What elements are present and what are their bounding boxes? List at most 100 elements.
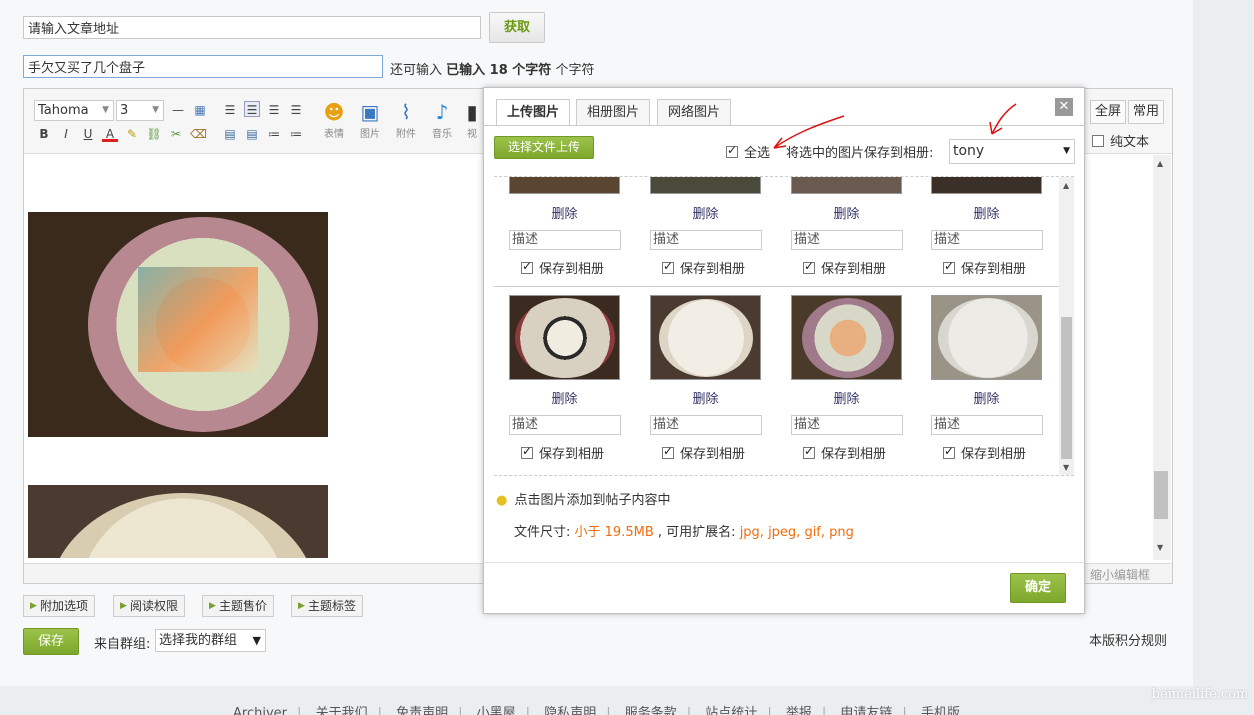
upload-thumb[interactable] (931, 295, 1042, 380)
save-to-album-option[interactable]: 保存到相册 (521, 258, 604, 277)
tab-price[interactable]: ▶ 主题售价 (202, 595, 275, 617)
save-to-album-option[interactable]: 保存到相册 (662, 443, 745, 462)
delete-link[interactable]: 删除 (509, 203, 620, 222)
table-icon[interactable]: ▦ (192, 102, 208, 118)
image-list-scrollbar[interactable]: ▲ ▼ (1059, 177, 1074, 475)
scroll-thumb[interactable] (1061, 317, 1072, 459)
delete-link[interactable]: 删除 (791, 203, 902, 222)
footer-link[interactable]: 站点统计 (705, 706, 757, 715)
tab-tags[interactable]: ▶ 主题标签 (291, 595, 364, 617)
font-size-select[interactable]: 3 ▼ (116, 100, 164, 121)
upload-thumb[interactable] (791, 295, 902, 380)
description-input[interactable]: 描述 (931, 415, 1043, 435)
footer-link[interactable]: 举报 (786, 706, 812, 715)
clear-format-icon[interactable]: ⌫ (190, 126, 207, 142)
tab-upload-image[interactable]: 上传图片 (496, 99, 571, 126)
save-to-album-option[interactable]: 保存到相册 (803, 443, 886, 462)
save-to-album-checkbox[interactable] (803, 444, 815, 459)
delete-link[interactable]: 删除 (650, 203, 761, 222)
save-button[interactable]: 保存 (23, 628, 79, 655)
delete-link[interactable]: 删除 (791, 388, 902, 407)
title-input[interactable] (23, 55, 383, 78)
scroll-down-arrow-icon[interactable]: ▼ (1063, 463, 1069, 472)
group-select[interactable]: 选择我的群组 ▼ (155, 629, 266, 652)
save-to-album-option[interactable]: 保存到相册 (662, 258, 745, 277)
scroll-up-arrow-icon[interactable]: ▲ (1157, 159, 1163, 168)
float-left-icon[interactable]: ▤ (222, 126, 238, 142)
upload-thumb[interactable] (509, 295, 620, 380)
save-to-album-checkbox[interactable] (943, 259, 955, 274)
tab-album-image[interactable]: 相册图片 (576, 99, 651, 126)
rules-link[interactable]: 本版积分规则 (1089, 630, 1167, 649)
tab-web-image[interactable]: 网络图片 (657, 99, 732, 126)
shrink-editor-link[interactable]: 缩小编辑框 (1090, 566, 1150, 583)
save-to-album-checkbox[interactable] (521, 259, 533, 274)
ordered-list-icon[interactable]: ≔ (266, 126, 282, 142)
footer-link[interactable]: 小黑屋 (477, 706, 516, 715)
footer-link[interactable]: 关于我们 (316, 706, 368, 715)
article-url-input[interactable] (23, 16, 481, 39)
upload-thumb[interactable] (791, 177, 902, 194)
footer-link[interactable]: 隐私声明 (544, 706, 596, 715)
upload-thumb[interactable] (509, 177, 620, 194)
common-button[interactable]: 常用 (1128, 100, 1164, 124)
upload-thumb[interactable] (931, 177, 1042, 194)
fetch-button[interactable]: 获取 (489, 12, 545, 43)
save-to-album-checkbox[interactable] (803, 259, 815, 274)
delete-link[interactable]: 删除 (509, 388, 620, 407)
content-image-plate-1[interactable] (28, 212, 328, 437)
save-to-album-checkbox[interactable] (662, 444, 674, 459)
save-to-album-option[interactable]: 保存到相册 (803, 258, 886, 277)
description-input[interactable]: 描述 (509, 230, 621, 250)
music-tool[interactable]: ♪ 音乐 (424, 99, 460, 140)
align-justify-icon[interactable]: ☰ (266, 102, 282, 118)
font-color-icon[interactable]: A (102, 126, 118, 142)
image-tool[interactable]: ▣ 图片 (352, 99, 388, 140)
description-input[interactable]: 描述 (931, 230, 1043, 250)
description-input[interactable]: 描述 (509, 415, 621, 435)
scroll-thumb[interactable] (1154, 471, 1168, 519)
video-tool[interactable]: ▮ 视 (460, 99, 484, 140)
save-to-album-option[interactable]: 保存到相册 (943, 443, 1026, 462)
select-all-toggle[interactable]: 全选 (726, 142, 770, 161)
description-input[interactable]: 描述 (650, 415, 762, 435)
tab-read-permission[interactable]: ▶ 阅读权限 (113, 595, 186, 617)
plain-text-checkbox[interactable] (1092, 135, 1104, 147)
footer-link[interactable]: 手机版 (921, 706, 960, 715)
upload-thumb[interactable] (650, 295, 761, 380)
footer-link[interactable]: 申请友链 (840, 706, 892, 715)
content-image-plate-2[interactable] (28, 485, 328, 558)
save-to-album-checkbox[interactable] (943, 444, 955, 459)
select-all-checkbox[interactable] (726, 143, 738, 158)
fullscreen-button[interactable]: 全屏 (1090, 100, 1126, 124)
link-icon[interactable]: ⛓ (146, 126, 162, 142)
align-left-icon[interactable]: ☰ (222, 102, 238, 118)
plain-text-toggle[interactable]: 纯文本 (1092, 131, 1149, 150)
attachment-tool[interactable]: ⌇ 附件 (388, 99, 424, 140)
upload-thumb[interactable] (650, 177, 761, 194)
description-input[interactable]: 描述 (791, 415, 903, 435)
align-center-icon[interactable]: ☰ (244, 101, 260, 117)
footer-link[interactable]: 服务条款 (625, 706, 677, 715)
tab-extra-options[interactable]: ▶ 附加选项 (23, 595, 96, 617)
underline-icon[interactable]: U (80, 126, 96, 142)
editor-scrollbar[interactable]: ▲ ▼ (1153, 155, 1171, 560)
delete-link[interactable]: 删除 (650, 388, 761, 407)
delete-link[interactable]: 删除 (931, 203, 1042, 222)
emoji-tool[interactable]: ☻ 表情 (316, 99, 352, 140)
confirm-button[interactable]: 确定 (1010, 573, 1066, 603)
unlink-icon[interactable]: ✂ (168, 126, 184, 142)
bold-icon[interactable]: B (36, 126, 52, 142)
delete-link[interactable]: 删除 (931, 388, 1042, 407)
album-select[interactable]: tony ▼ (949, 139, 1075, 164)
choose-file-upload-button[interactable]: 选择文件上传 (494, 136, 594, 159)
font-family-select[interactable]: Tahoma ▼ (34, 100, 114, 121)
description-input[interactable]: 描述 (650, 230, 762, 250)
align-right-icon[interactable]: ☰ (288, 102, 304, 118)
close-icon[interactable]: ✕ (1055, 98, 1073, 116)
save-to-album-checkbox[interactable] (662, 259, 674, 274)
scroll-down-arrow-icon[interactable]: ▼ (1157, 543, 1163, 552)
background-color-icon[interactable]: ✎ (124, 126, 140, 142)
footer-link[interactable]: 免责声明 (396, 706, 448, 715)
scroll-up-arrow-icon[interactable]: ▲ (1063, 181, 1069, 190)
